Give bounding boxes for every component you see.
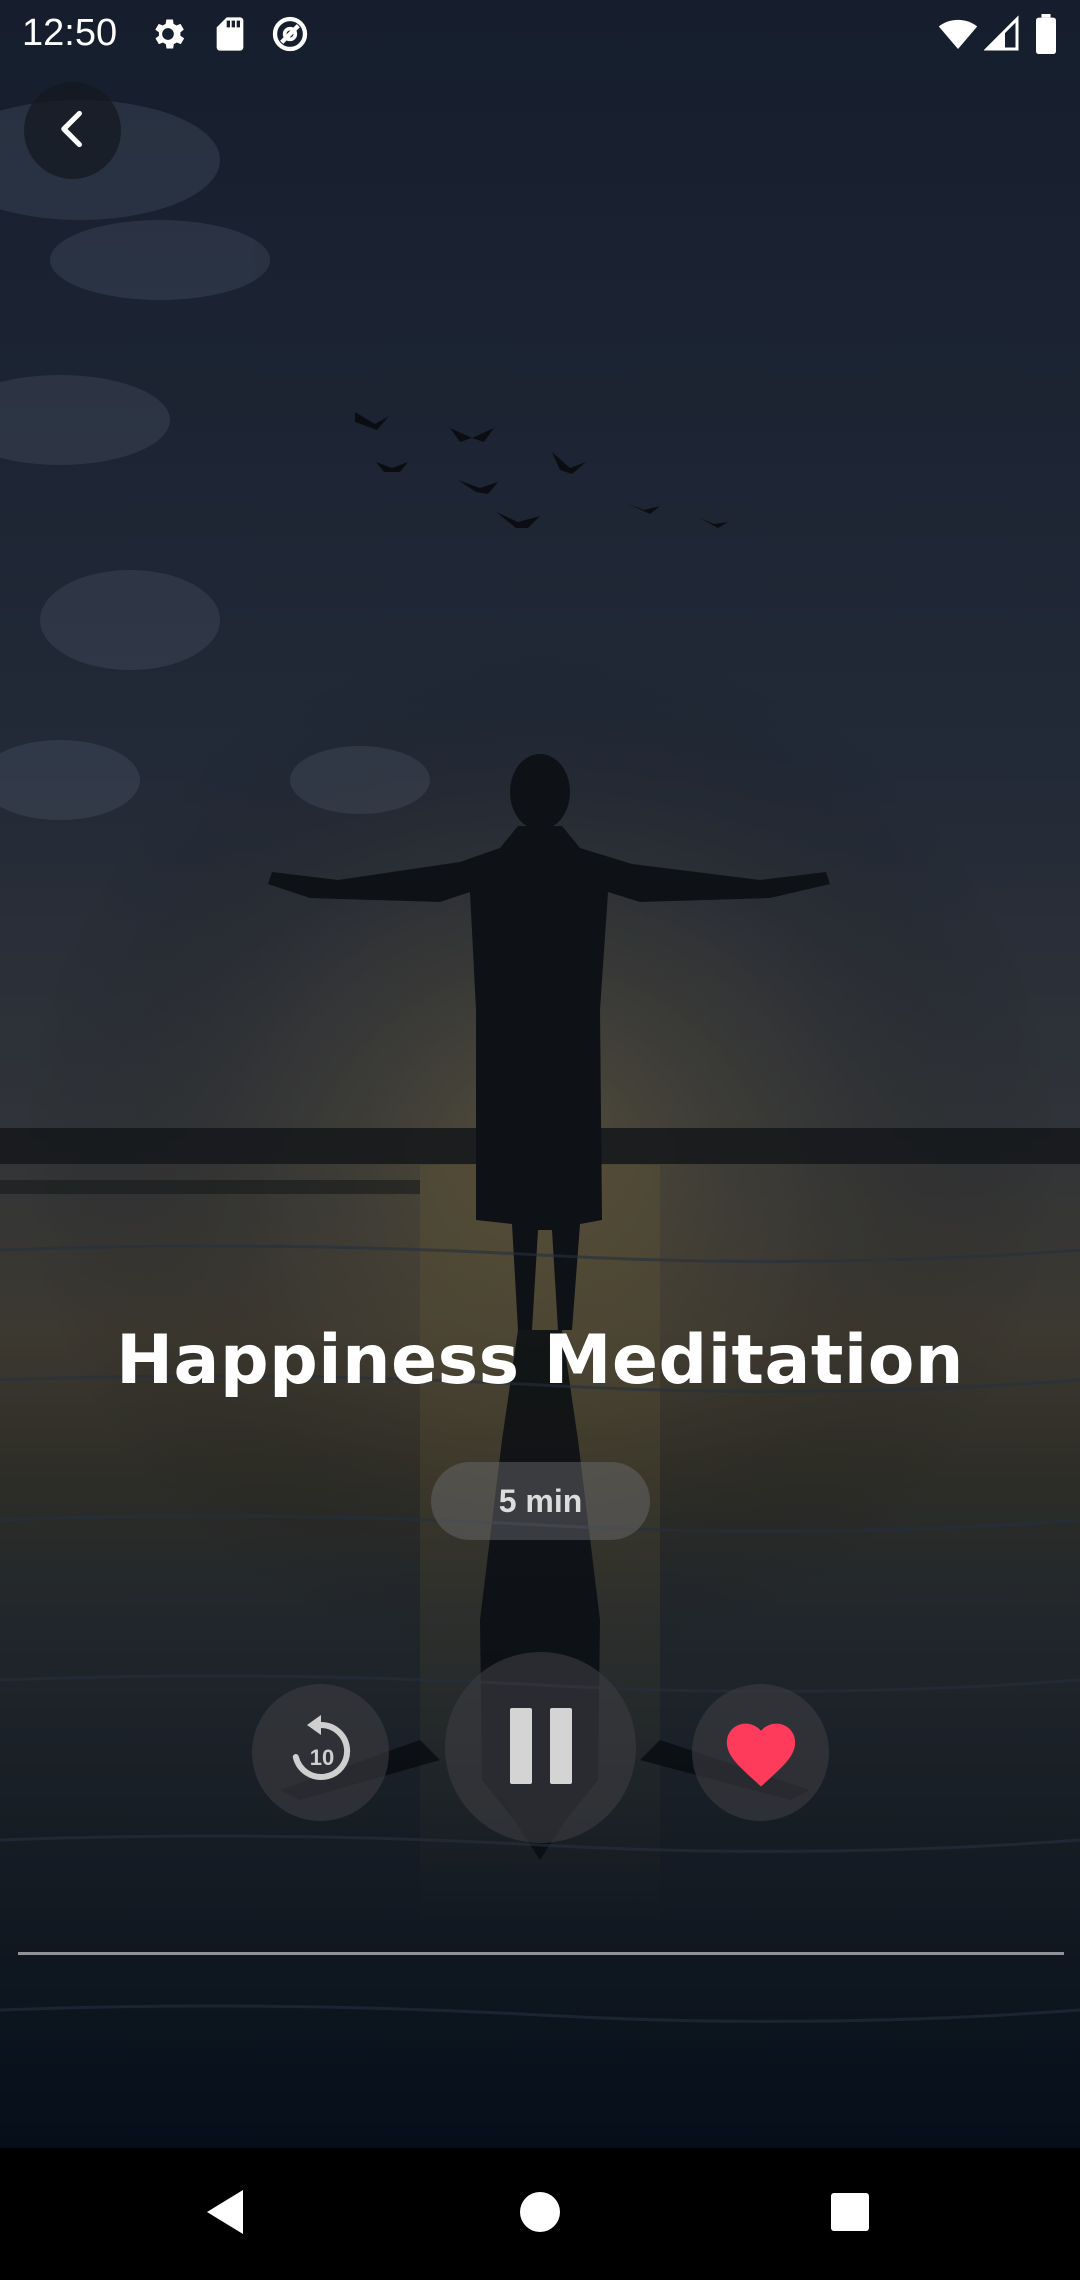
sd-card-icon xyxy=(210,14,250,54)
data-saver-icon xyxy=(270,14,310,54)
status-time: 12:50 xyxy=(22,12,118,54)
heart-icon xyxy=(720,1713,802,1793)
settings-icon xyxy=(148,14,188,54)
rewind-10-button[interactable]: 10 xyxy=(252,1684,389,1821)
back-triangle-icon xyxy=(203,2188,247,2240)
back-button[interactable] xyxy=(24,82,121,179)
pause-icon xyxy=(506,1706,576,1790)
session-title: Happiness Meditation xyxy=(116,1321,964,1400)
rewind-seconds-label: 10 xyxy=(309,1745,333,1770)
cell-signal-icon xyxy=(983,14,1020,54)
recents-square-icon xyxy=(830,2192,870,2236)
chevron-left-icon xyxy=(51,107,95,155)
duration-badge: 5 min xyxy=(431,1462,650,1540)
duration-label: 5 min xyxy=(498,1482,583,1519)
pause-button[interactable] xyxy=(445,1652,636,1843)
battery-icon xyxy=(1034,14,1058,54)
home-circle-icon xyxy=(519,2191,561,2237)
nav-back-button[interactable] xyxy=(185,2174,265,2254)
nav-home-button[interactable] xyxy=(500,2174,580,2254)
progress-bar[interactable] xyxy=(18,1952,1064,1955)
status-bar: 12:50 xyxy=(0,0,1080,66)
system-nav-bar xyxy=(0,2148,1080,2280)
replay-10-icon: 10 xyxy=(283,1713,359,1793)
wifi-icon xyxy=(938,14,978,54)
favorite-button[interactable] xyxy=(692,1684,829,1821)
nav-recents-button[interactable] xyxy=(810,2174,890,2254)
